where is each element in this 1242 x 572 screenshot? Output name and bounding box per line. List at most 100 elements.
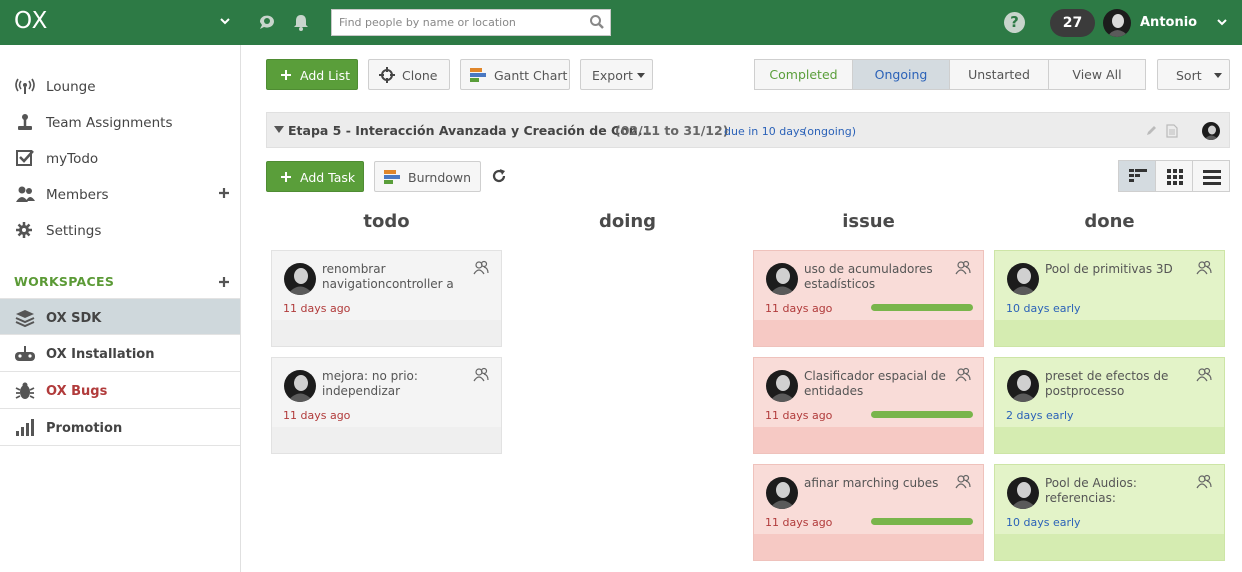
task-title: preset de efectos de postprocesso bbox=[1045, 369, 1169, 398]
card-body: afinar marching cubes 11 days ago bbox=[754, 465, 983, 534]
assignees-icon[interactable] bbox=[1196, 367, 1212, 382]
gamepad-icon bbox=[15, 346, 35, 361]
assignees-icon[interactable] bbox=[1196, 260, 1212, 275]
column-title-done: done bbox=[1084, 211, 1135, 232]
avatar bbox=[284, 263, 316, 295]
workspace-ox-sdk[interactable]: OX SDK bbox=[0, 298, 240, 335]
workspaces-heading: WORKSPACES bbox=[14, 274, 115, 289]
list-due: due in 10 days bbox=[724, 125, 806, 138]
refresh-icon[interactable] bbox=[490, 167, 508, 185]
filter-unstarted[interactable]: Unstarted bbox=[949, 59, 1049, 90]
task-card[interactable]: uso de acumuladores estadísticos 11 days… bbox=[753, 250, 984, 347]
progress-fill bbox=[871, 304, 973, 311]
users-icon bbox=[16, 186, 35, 202]
task-card[interactable]: Pool de Audios: referencias: 10 days ear… bbox=[994, 464, 1225, 561]
avatar bbox=[766, 263, 798, 295]
app-logo[interactable]: OX bbox=[14, 8, 48, 34]
clone-button[interactable]: Clone bbox=[368, 59, 450, 90]
task-title: uso de acumuladores estadísticos bbox=[804, 262, 933, 291]
avatar[interactable] bbox=[1103, 9, 1131, 37]
sidebar-item-settings[interactable]: Settings bbox=[0, 212, 240, 248]
view-kanban-button[interactable] bbox=[1118, 160, 1156, 192]
workspace-promotion[interactable]: Promotion bbox=[0, 409, 240, 446]
workspace-label: OX Bugs bbox=[46, 384, 108, 399]
sidebar-item-label: Members bbox=[46, 187, 109, 203]
task-title: Pool de Audios: referencias: bbox=[1045, 476, 1137, 505]
workspace-ox-bugs[interactable]: OX Bugs bbox=[0, 372, 240, 409]
assignees-icon[interactable] bbox=[955, 474, 971, 489]
sidebar-item-label: Team Assignments bbox=[46, 115, 173, 131]
filter-view-all[interactable]: View All bbox=[1048, 59, 1146, 90]
sidebar-item-lounge[interactable]: Lounge bbox=[0, 68, 240, 104]
assignees-icon[interactable] bbox=[473, 367, 489, 382]
chevron-down-icon[interactable] bbox=[218, 14, 232, 28]
task-card[interactable]: afinar marching cubes 11 days ago bbox=[753, 464, 984, 561]
sidebar-item-label: myTodo bbox=[46, 151, 99, 167]
notifications-badge[interactable]: 27 bbox=[1050, 9, 1095, 37]
task-card[interactable]: Clasificador espacial de entidades 11 da… bbox=[753, 357, 984, 454]
assignees-icon[interactable] bbox=[955, 367, 971, 382]
workspace-ox-installation[interactable]: OX Installation bbox=[0, 335, 240, 372]
burndown-button[interactable]: Burndown bbox=[374, 161, 481, 192]
view-grid-button[interactable] bbox=[1155, 160, 1193, 192]
search-icon[interactable] bbox=[589, 14, 605, 30]
checkbox-icon bbox=[16, 150, 34, 166]
plus-icon bbox=[281, 172, 291, 182]
task-timing: 2 days early bbox=[1006, 409, 1074, 422]
progress-bar bbox=[871, 304, 973, 311]
avatar bbox=[284, 370, 316, 402]
chat-icon[interactable] bbox=[257, 12, 277, 32]
people-search bbox=[331, 9, 611, 36]
task-title: Pool de primitivas 3D bbox=[1045, 262, 1173, 276]
column-title-doing: doing bbox=[598, 211, 657, 232]
add-workspace-icon[interactable] bbox=[218, 276, 230, 288]
filter-completed[interactable]: Completed bbox=[754, 59, 853, 90]
filter-ongoing[interactable]: Ongoing bbox=[852, 59, 950, 90]
sidebar-item-mytodo[interactable]: myTodo bbox=[0, 140, 240, 176]
workspace-label: OX SDK bbox=[46, 311, 102, 326]
assignees-icon[interactable] bbox=[1196, 474, 1212, 489]
export-dropdown[interactable]: Export bbox=[580, 59, 653, 90]
task-age: 11 days ago bbox=[765, 409, 833, 422]
grid-view-icon bbox=[1167, 169, 1183, 185]
avatar bbox=[766, 477, 798, 509]
add-task-button[interactable]: Add Task bbox=[266, 161, 364, 192]
avatar[interactable] bbox=[1202, 122, 1220, 140]
list-header[interactable]: Etapa 5 - Interacción Avanzada y Creació… bbox=[266, 112, 1230, 148]
card-body: Clasificador espacial de entidades 11 da… bbox=[754, 358, 983, 427]
add-member-icon[interactable] bbox=[218, 187, 230, 199]
user-name[interactable]: Antonio bbox=[1140, 15, 1197, 30]
pencil-icon[interactable] bbox=[1145, 125, 1157, 137]
list-name[interactable]: Etapa 5 - Interacción Avanzada y Creació… bbox=[288, 123, 652, 138]
card-body: Pool de primitivas 3D 10 days early bbox=[995, 251, 1224, 320]
assignees-icon[interactable] bbox=[473, 260, 489, 275]
document-icon[interactable] bbox=[1166, 124, 1178, 138]
task-card[interactable]: renombrar navigationcontroller a 11 days… bbox=[271, 250, 502, 347]
avatar bbox=[1007, 477, 1039, 509]
collapse-triangle-icon[interactable] bbox=[274, 126, 284, 133]
add-list-button[interactable]: Add List bbox=[266, 59, 358, 90]
column-title-todo: todo bbox=[363, 211, 410, 232]
sidebar-item-label: Lounge bbox=[46, 79, 96, 95]
chevron-down-icon[interactable] bbox=[1215, 15, 1229, 29]
search-input[interactable] bbox=[332, 10, 582, 35]
button-label: Burndown bbox=[408, 170, 472, 185]
gantt-chart-button[interactable]: Gantt Chart bbox=[460, 59, 570, 90]
sort-dropdown[interactable]: Sort bbox=[1157, 59, 1230, 90]
button-label: Export bbox=[592, 68, 633, 83]
caret-down-icon bbox=[637, 73, 645, 78]
list-view-icon bbox=[1203, 170, 1221, 185]
sidebar-item-members[interactable]: Members bbox=[0, 176, 240, 212]
task-card[interactable]: preset de efectos de postprocesso 2 days… bbox=[994, 357, 1225, 454]
avatar bbox=[1007, 263, 1039, 295]
view-list-button[interactable] bbox=[1192, 160, 1230, 192]
bell-icon[interactable] bbox=[291, 12, 311, 32]
assignees-icon[interactable] bbox=[955, 260, 971, 275]
task-card[interactable]: mejora: no prio: independizar 11 days ag… bbox=[271, 357, 502, 454]
task-card[interactable]: Pool de primitivas 3D 10 days early bbox=[994, 250, 1225, 347]
progress-bar bbox=[871, 518, 973, 525]
card-body: renombrar navigationcontroller a 11 days… bbox=[272, 251, 501, 320]
sidebar-item-team-assignments[interactable]: Team Assignments bbox=[0, 104, 240, 140]
task-title: afinar marching cubes bbox=[804, 476, 939, 490]
help-icon[interactable]: ? bbox=[1004, 12, 1025, 33]
